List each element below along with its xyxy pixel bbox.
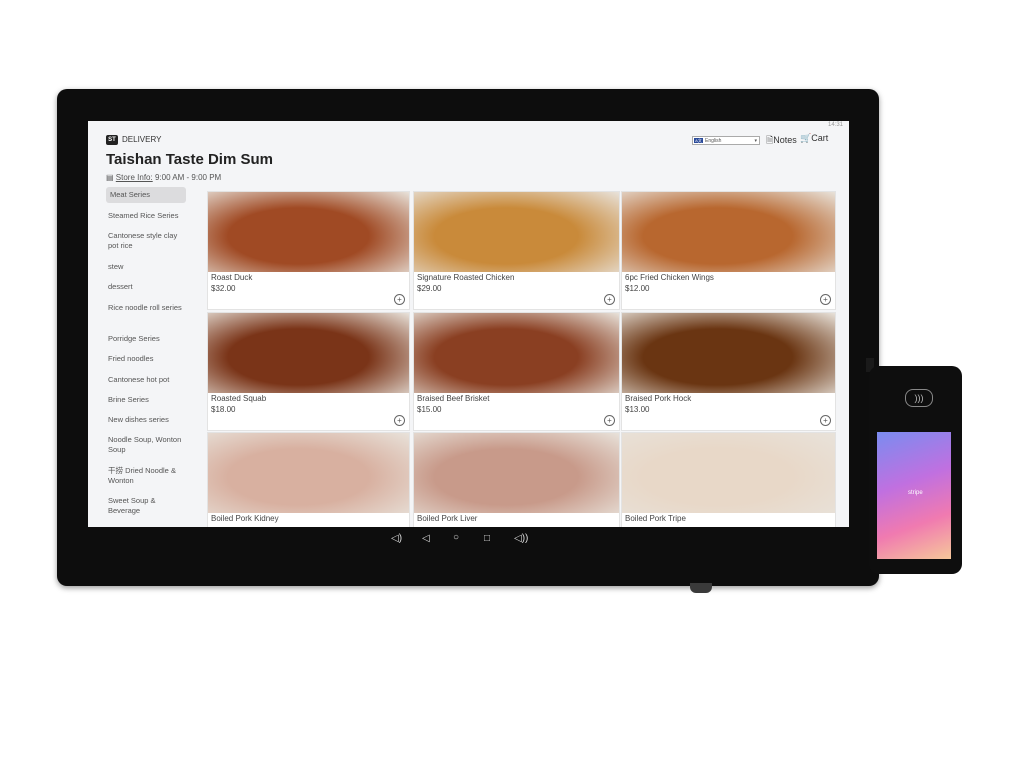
item-price: $32.00 — [211, 284, 236, 293]
language-icon: A文 — [694, 138, 703, 143]
menu-item-card[interactable]: Boiled Pork Liver — [413, 432, 620, 527]
volume-down-icon[interactable]: ◁) — [391, 533, 402, 544]
item-price: $13.00 — [625, 405, 650, 414]
item-price: $18.00 — [211, 405, 236, 414]
category-item[interactable]: Sweet Soup & Beverage — [108, 496, 186, 516]
item-name: 6pc Fried Chicken Wings — [625, 273, 714, 282]
add-icon[interactable]: + — [604, 415, 615, 426]
add-icon[interactable]: + — [820, 294, 831, 305]
order-mode: DELIVERY — [122, 135, 162, 144]
menu-item-card[interactable]: Braised Pork Hock $13.00 + — [621, 312, 836, 431]
item-name: Roast Duck — [211, 273, 253, 282]
item-name: Boiled Pork Liver — [417, 514, 478, 523]
store-hours: 9:00 AM - 9:00 PM — [154, 173, 222, 182]
add-icon[interactable]: + — [820, 415, 831, 426]
terminal-brand: stripe — [908, 490, 923, 496]
category-item[interactable]: stew — [108, 262, 186, 272]
item-name: Boiled Pork Kidney — [211, 514, 279, 523]
add-icon[interactable]: + — [394, 294, 405, 305]
category-item[interactable]: Noodle Soup, Wonton Soup — [108, 435, 186, 455]
item-name: Boiled Pork Tripe — [625, 514, 686, 523]
category-item[interactable]: Cantonese style clay pot rice — [108, 231, 186, 251]
menu-item-card[interactable]: Boiled Pork Kidney — [207, 432, 410, 527]
category-item[interactable]: Cantonese hot pot — [108, 375, 186, 385]
food-image — [622, 313, 835, 393]
back-icon[interactable]: ◁ — [422, 533, 430, 544]
menu-item-card[interactable]: Roasted Squab $18.00 + — [207, 312, 410, 431]
menu-item-card[interactable]: Signature Roasted Chicken $29.00 + — [413, 191, 620, 310]
chevron-down-icon: ▾ — [754, 138, 757, 144]
category-item[interactable]: Meat Series — [106, 187, 186, 203]
volume-up-icon[interactable]: ◁)) — [514, 533, 528, 544]
store-info[interactable]: ▤ Store Info: 9:00 AM - 9:00 PM — [106, 173, 221, 182]
category-item[interactable]: Brine Series — [108, 395, 186, 405]
food-image — [622, 192, 835, 272]
cart-icon: 🛒 — [800, 133, 812, 143]
language-value: English — [705, 138, 722, 144]
category-item[interactable]: dessert — [108, 282, 186, 292]
menu-item-card[interactable]: Boiled Pork Tripe — [621, 432, 836, 527]
store-info-label: Store Info: — [115, 173, 153, 182]
notes-button[interactable]: 🗎Notes — [766, 133, 797, 149]
category-item[interactable]: Rice noodle roll series — [108, 303, 186, 313]
food-image — [414, 192, 619, 272]
category-item[interactable]: Fried noodles — [108, 354, 186, 364]
item-price: $15.00 — [417, 405, 442, 414]
nfc-icon: ))) — [905, 389, 933, 407]
menu-item-card[interactable]: Braised Beef Brisket $15.00 + — [413, 312, 620, 431]
category-item[interactable]: Porridge Series — [108, 334, 186, 344]
item-name: Signature Roasted Chicken — [417, 273, 515, 282]
kiosk-screen: 14:31 ST DELIVERY A文 English ▾ 🗎Notes 🛒C… — [88, 121, 849, 527]
item-name: Braised Beef Brisket — [417, 394, 490, 403]
brand-badge: ST — [106, 135, 118, 145]
add-icon[interactable]: + — [604, 294, 615, 305]
category-item[interactable]: 干捞 Dried Noodle & Wonton — [108, 466, 186, 486]
food-image — [208, 313, 409, 393]
cart-button[interactable]: 🛒Cart — [800, 133, 828, 144]
cable — [690, 583, 712, 593]
menu-item-card[interactable]: 6pc Fried Chicken Wings $12.00 + — [621, 191, 836, 310]
category-item[interactable]: New dishes series — [108, 415, 186, 425]
cart-label: Cart — [811, 133, 829, 143]
store-icon: ▤ — [106, 173, 114, 182]
category-item[interactable]: Steamed Rice Series — [108, 211, 186, 221]
food-image — [414, 313, 619, 393]
status-bar: 14:31 — [88, 121, 849, 131]
food-image — [622, 433, 835, 513]
home-icon[interactable]: ○ — [453, 532, 459, 543]
food-image — [414, 433, 619, 513]
menu-item-card[interactable]: Roast Duck $32.00 + — [207, 191, 410, 310]
food-image — [208, 192, 409, 272]
status-time: 14:31 — [827, 122, 843, 128]
item-price: $29.00 — [417, 284, 442, 293]
item-price: $12.00 — [625, 284, 650, 293]
language-select[interactable]: A文 English ▾ — [692, 136, 760, 145]
notes-label: Notes — [773, 135, 797, 145]
item-name: Braised Pork Hock — [625, 394, 692, 403]
page-title: Taishan Taste Dim Sum — [106, 151, 273, 168]
food-image — [208, 433, 409, 513]
recent-apps-icon[interactable]: □ — [484, 533, 490, 544]
add-icon[interactable]: + — [394, 415, 405, 426]
item-name: Roasted Squab — [211, 394, 267, 403]
